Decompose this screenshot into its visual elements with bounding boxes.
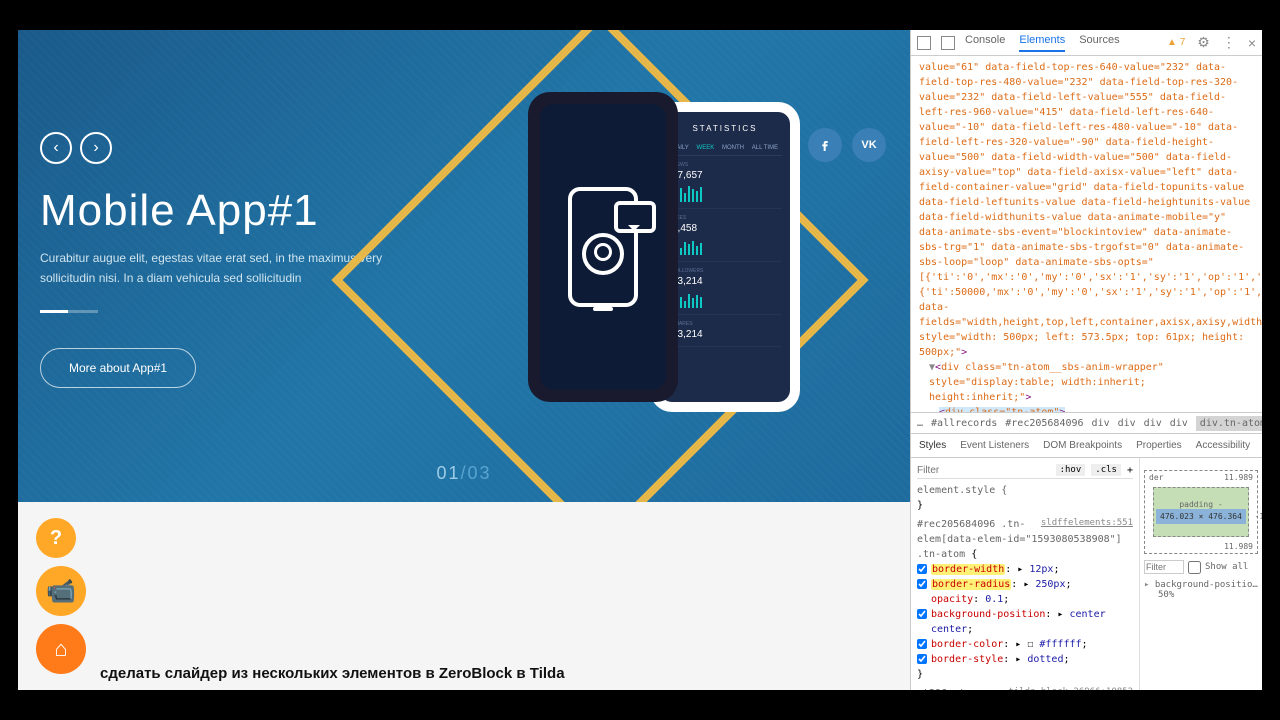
tab-console[interactable]: Console <box>965 34 1005 52</box>
chat-bubble-icon <box>614 201 656 233</box>
home-icon[interactable]: ⌂ <box>36 624 86 674</box>
app-frame: ‹ › Mobile App#1 Curabitur augue elit, e… <box>18 30 1262 690</box>
tab-sources[interactable]: Sources <box>1079 34 1119 52</box>
tab-dom-breakpoints[interactable]: DOM Breakpoints <box>1043 440 1122 451</box>
help-icon[interactable]: ? <box>36 518 76 558</box>
bottom-panel: ? 📹 ⌂ сделать слайдер из нескольких элем… <box>18 502 910 690</box>
slider-arrows: ‹ › <box>40 132 112 164</box>
prop-checkbox[interactable] <box>917 579 927 589</box>
device-icon[interactable] <box>941 36 955 50</box>
cls-toggle[interactable]: .cls <box>1091 464 1121 476</box>
hero-section: ‹ › Mobile App#1 Curabitur augue elit, e… <box>18 30 910 502</box>
facebook-icon[interactable] <box>808 128 842 162</box>
stat-row: VIEWS 27,657 <box>668 156 782 209</box>
breadcrumb[interactable]: … #allrecords #rec205684096 div div div … <box>911 412 1262 434</box>
tab-styles[interactable]: Styles <box>919 440 946 451</box>
computed-filter-input[interactable] <box>1144 560 1184 574</box>
social-icons: VK <box>808 128 886 162</box>
phone-dark <box>528 92 678 402</box>
stat-row: LIKES 3,458 <box>668 209 782 262</box>
styles-pane[interactable]: :hov .cls + element.style {} sldffelemen… <box>911 458 1140 690</box>
tab-properties[interactable]: Properties <box>1136 440 1182 451</box>
slide-counter: 01/03 <box>436 463 491 484</box>
prop-checkbox[interactable] <box>917 609 927 619</box>
inspect-icon[interactable] <box>917 36 931 50</box>
phone-outline-icon <box>568 187 638 307</box>
devtools-toolbar: Console Elements Sources ▲ 7 ⚙ ⋮ × <box>911 30 1262 56</box>
vk-icon[interactable]: VK <box>852 128 886 162</box>
close-icon[interactable]: × <box>1248 35 1256 51</box>
prop-checkbox[interactable] <box>917 654 927 664</box>
devtools-panel: Console Elements Sources ▲ 7 ⚙ ⋮ × value… <box>910 30 1262 690</box>
tab-elements[interactable]: Elements <box>1019 34 1065 52</box>
cta-button[interactable]: More about App#1 <box>40 348 196 388</box>
tab-accessibility[interactable]: Accessibility <box>1196 440 1250 451</box>
hero-title: Mobile App#1 <box>40 186 319 236</box>
prop-checkbox[interactable] <box>917 564 927 574</box>
dom-tree[interactable]: value="61" data-field-top-res-640-value=… <box>911 56 1262 412</box>
add-rule[interactable]: + <box>1127 465 1133 476</box>
stat-row: SHARES 13,214 <box>668 315 782 347</box>
box-model: der 11.989 padding - 476.023 × 476.364 1… <box>1144 470 1258 554</box>
show-all-checkbox[interactable] <box>1188 561 1201 574</box>
camera-icon[interactable]: 📹 <box>36 566 86 616</box>
slider-indicator <box>40 310 98 313</box>
more-icon[interactable]: ⋮ <box>1222 34 1236 51</box>
stats-header: STATISTICS <box>668 120 782 141</box>
warning-badge[interactable]: ▲ 7 <box>1167 37 1185 48</box>
computed-pane[interactable]: der 11.989 padding - 476.023 × 476.364 1… <box>1140 458 1262 690</box>
page-left: ‹ › Mobile App#1 Curabitur augue elit, e… <box>18 30 910 690</box>
styles-tabs: Styles Event Listeners DOM Breakpoints P… <box>911 434 1262 458</box>
stat-row: FOLLOWERS 13,214 <box>668 262 782 315</box>
styles-filter-input[interactable] <box>917 465 1050 476</box>
next-arrow[interactable]: › <box>80 132 112 164</box>
stats-tabs: DAILY WEEK MONTH ALL TIME <box>668 141 782 156</box>
prop-checkbox[interactable] <box>917 639 927 649</box>
phone-mockups: STATISTICS DAILY WEEK MONTH ALL TIME VIE… <box>528 92 800 412</box>
tab-event-listeners[interactable]: Event Listeners <box>960 440 1029 451</box>
avatar-icon <box>582 233 624 275</box>
hov-toggle[interactable]: :hov <box>1056 464 1086 476</box>
gear-icon[interactable]: ⚙ <box>1197 34 1210 51</box>
video-caption: сделать слайдер из нескольких элементов … <box>100 665 565 682</box>
prev-arrow[interactable]: ‹ <box>40 132 72 164</box>
devtools-tabs: Console Elements Sources <box>965 34 1120 52</box>
